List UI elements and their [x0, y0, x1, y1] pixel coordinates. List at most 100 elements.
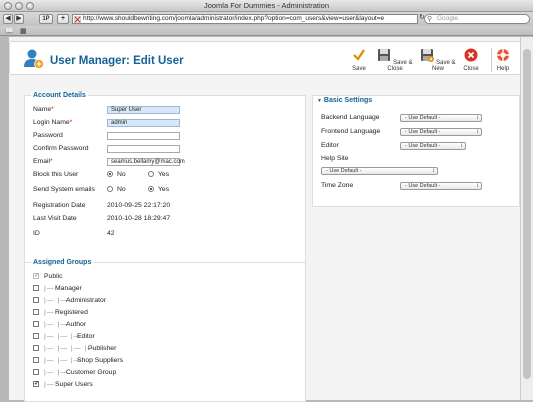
group-label: Super Users	[55, 381, 93, 388]
assigned-groups-legend: Assigned Groups	[31, 259, 94, 266]
email-input[interactable]: seamus.bellamy@mac.com	[107, 158, 185, 166]
expand-toggle-icon: ▼	[317, 98, 322, 104]
time-zone-select[interactable]: - Use Default -	[400, 182, 482, 190]
save-icon	[353, 49, 365, 61]
user-manager-icon	[24, 49, 44, 69]
group-checkbox[interactable]	[33, 321, 39, 327]
frontend-language-select[interactable]: - Use Default -	[400, 128, 482, 136]
group-checkbox: ✓	[33, 273, 40, 279]
help-site-label: Help Site	[321, 155, 349, 162]
frontend-language-label: Frontend Language	[321, 128, 381, 135]
block-yes-radio[interactable]	[148, 171, 154, 177]
save-close-button[interactable]: Save & Close	[375, 48, 415, 72]
basic-settings-legend[interactable]: ▼ Basic Settings	[315, 97, 375, 104]
tree-indent: |—	[44, 309, 55, 316]
help-button[interactable]: Help	[494, 48, 512, 72]
browser-toolbar: ◀ ▶ 1P + http://www.shouldbewriting.com/…	[0, 12, 533, 26]
group-label: Customer Group	[66, 369, 117, 376]
send-no-label: No	[117, 186, 126, 193]
group-label: Author	[66, 321, 87, 328]
page-content: User Manager: Edit User Save Save & Clos…	[9, 37, 521, 402]
time-zone-label: Time Zone	[321, 182, 354, 189]
group-label: Editor	[77, 333, 95, 340]
editor-label: Editor	[321, 142, 339, 149]
group-checkbox[interactable]	[33, 285, 39, 291]
help-site-select[interactable]: - Use Default -	[321, 167, 438, 175]
window-title: Joomla For Dummies - Administration	[203, 1, 330, 10]
confirm-password-input[interactable]	[107, 145, 180, 153]
forward-button[interactable]: ▶	[14, 14, 24, 24]
tree-indent: |— |—	[44, 369, 69, 376]
password-input[interactable]	[107, 132, 180, 140]
bookmarks-bar: 📖 ▦	[0, 26, 533, 36]
group-label: Manager	[55, 285, 82, 292]
name-label: Name*	[33, 106, 54, 113]
top-sites-icon[interactable]: ▦	[20, 27, 27, 35]
search-placeholder: Google	[437, 15, 458, 22]
confirm-password-label: Confirm Password	[33, 145, 89, 152]
scrollbar-thumb[interactable]	[523, 49, 531, 379]
group-label: Administrator	[66, 297, 107, 304]
block-yes-label: Yes	[158, 171, 170, 178]
zoom-window-button[interactable]	[26, 2, 34, 10]
backend-language-select[interactable]: - Use Default -	[400, 114, 482, 122]
tree-indent: |—	[44, 285, 55, 292]
basic-settings-panel: ▼ Basic Settings Backend Language - Use …	[312, 95, 520, 207]
search-input[interactable]: Google	[424, 14, 530, 24]
last-visit-date-label: Last Visit Date	[33, 215, 77, 222]
name-input[interactable]: Super User	[107, 106, 180, 114]
save-new-button[interactable]: Save & New	[419, 48, 457, 72]
tree-indent: |— |— |—	[44, 357, 82, 364]
save-button[interactable]: Save	[349, 48, 369, 72]
group-checkbox[interactable]	[33, 357, 39, 363]
close-label: Close	[463, 66, 479, 72]
assigned-groups-panel: Assigned Groups ✓ Public |— Manager |— |— Adm…	[24, 259, 306, 402]
group-checkbox[interactable]	[33, 333, 39, 339]
tree-indent: |— |— |—	[44, 333, 82, 340]
save-label: Save	[352, 66, 366, 72]
group-label: Publisher	[88, 345, 117, 352]
floppy-disk-icon	[378, 49, 391, 61]
favicon-icon	[74, 16, 81, 23]
minimize-window-button[interactable]	[15, 2, 23, 10]
window-titlebar: Joomla For Dummies - Administration	[0, 0, 533, 12]
send-no-radio[interactable]	[107, 186, 113, 192]
help-lifebuoy-icon	[497, 49, 509, 61]
backend-language-label: Backend Language	[321, 114, 380, 121]
group-label: Public	[44, 273, 63, 280]
registration-date-value: 2010-09-25 22:17:20	[107, 202, 171, 209]
group-checkbox[interactable]	[33, 345, 39, 351]
floppy-disk-plus-icon	[421, 49, 435, 62]
block-no-radio[interactable]	[107, 171, 113, 177]
group-checkbox[interactable]: ✓	[33, 381, 39, 387]
editor-select[interactable]: - Use Default -	[400, 142, 466, 150]
close-window-button[interactable]	[4, 2, 12, 10]
page-title: User Manager: Edit User	[50, 55, 184, 67]
block-no-label: No	[117, 171, 126, 178]
reader-button[interactable]: 1P	[39, 14, 53, 24]
group-checkbox[interactable]	[33, 309, 39, 315]
add-bookmark-button[interactable]: +	[57, 14, 69, 24]
send-yes-radio[interactable]	[148, 186, 154, 192]
address-bar[interactable]: http://www.shouldbewriting.com/joomla/ad…	[72, 14, 418, 24]
page-scrollbar[interactable]	[520, 37, 533, 400]
save-close-label: Save & Close	[387, 60, 413, 72]
login-name-input[interactable]: admin	[107, 119, 180, 127]
login-name-label: Login Name*	[33, 119, 73, 126]
group-checkbox[interactable]	[33, 297, 39, 303]
url-text: http://www.shouldbewriting.com/joomla/ad…	[83, 15, 385, 22]
bookmarks-icon[interactable]: 📖	[5, 27, 14, 35]
close-button[interactable]: Close	[461, 48, 481, 72]
group-checkbox[interactable]	[33, 369, 39, 375]
last-visit-date-value: 2010-10-28 18:29:47	[107, 215, 171, 222]
registration-date-label: Registration Date	[33, 202, 86, 209]
group-label: Shop Suppliers	[77, 357, 124, 364]
tree-indent: |—	[44, 381, 55, 388]
tree-indent: |— |—	[44, 297, 69, 304]
send-yes-label: Yes	[158, 186, 170, 193]
toolbar-separator	[491, 48, 492, 72]
close-icon	[464, 48, 478, 62]
password-label: Password	[33, 132, 63, 139]
group-label: Registered	[55, 309, 88, 316]
back-button[interactable]: ◀	[3, 14, 13, 24]
